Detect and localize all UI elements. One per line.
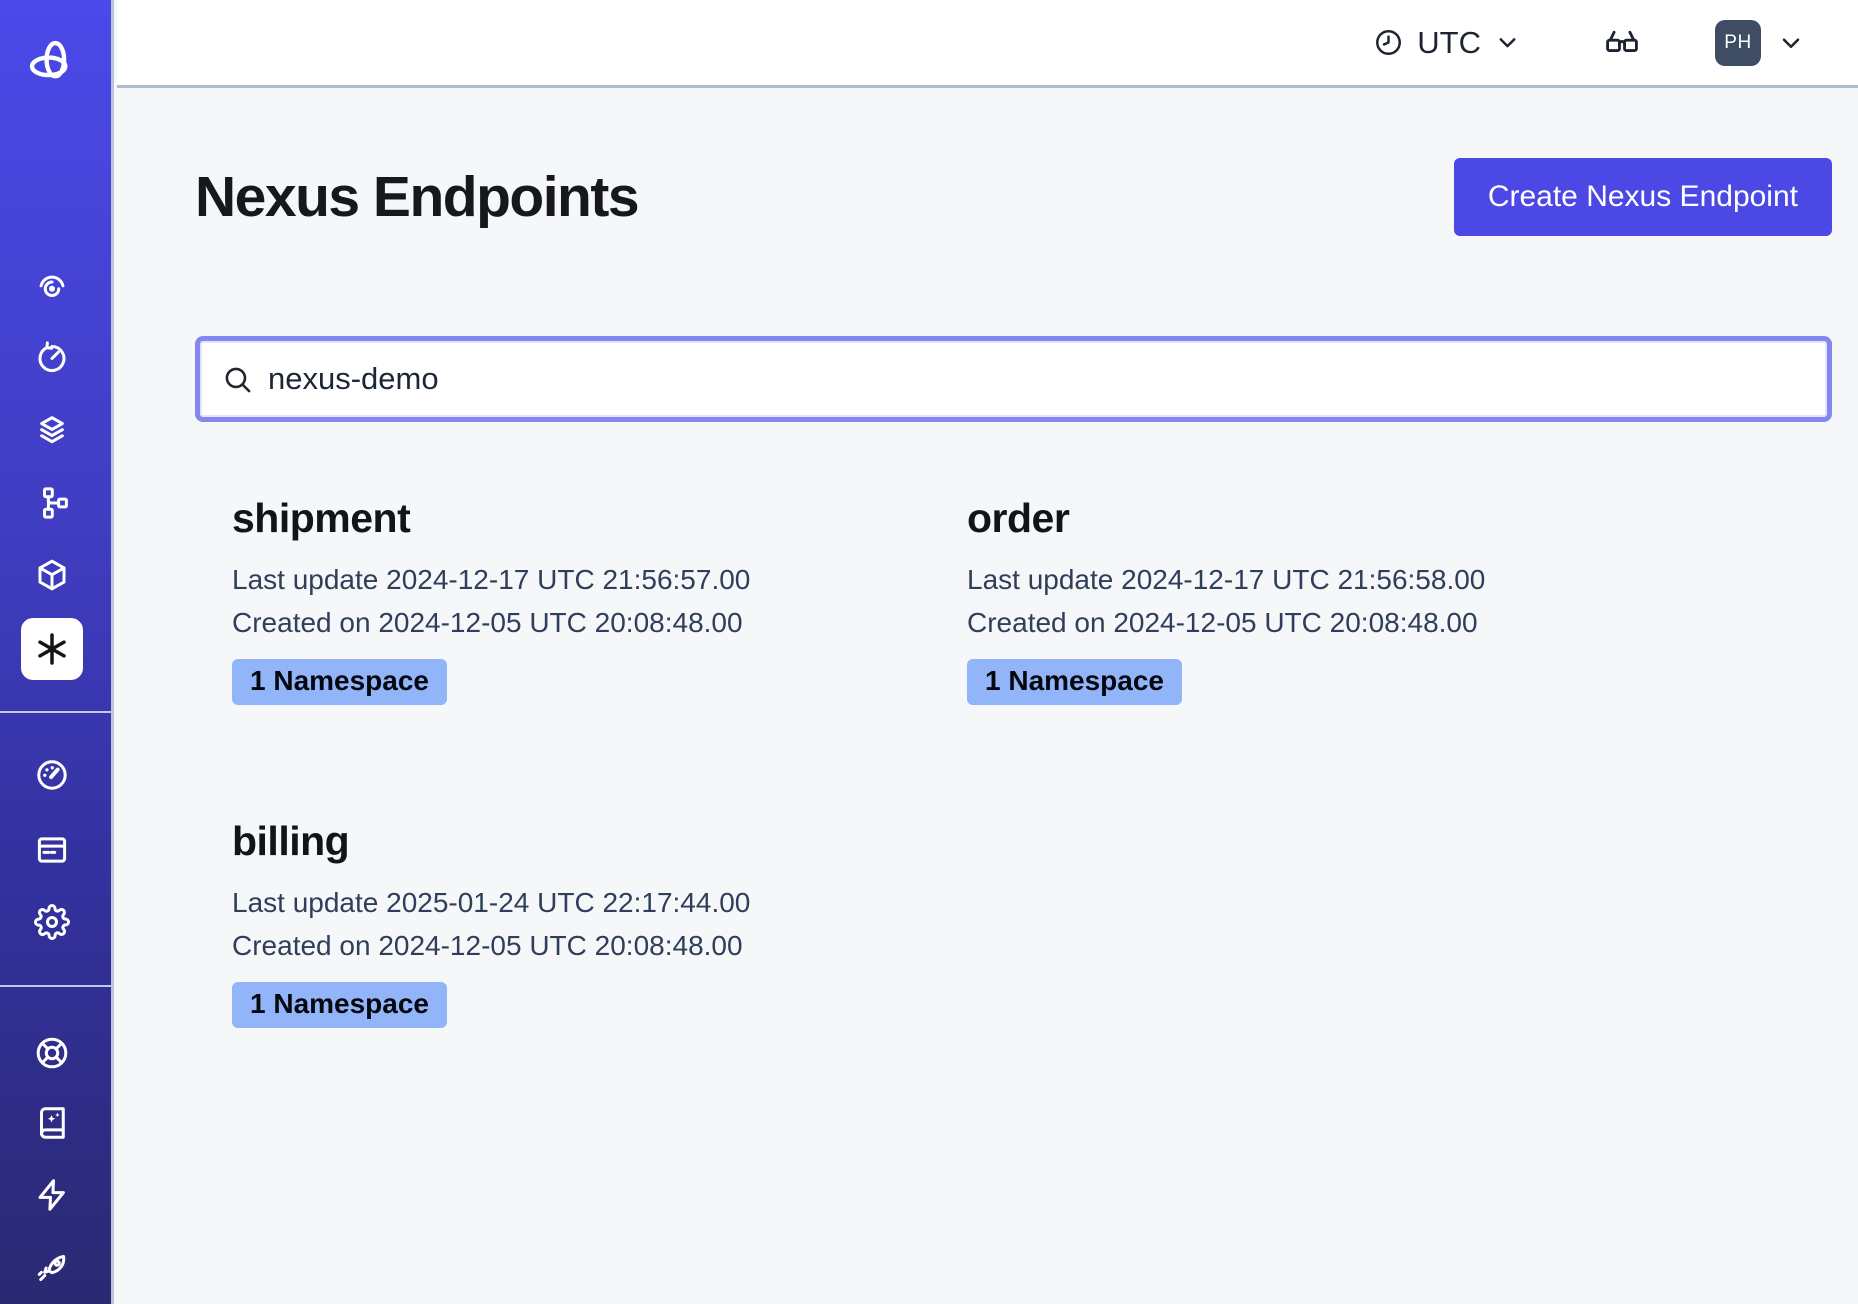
book-sparkles-icon: [34, 1105, 70, 1141]
endpoint-dates: Last update 2024-12-17 UTC 21:56:57.00 C…: [232, 558, 930, 644]
asterisk-icon: [32, 629, 72, 669]
layers-icon: [34, 412, 70, 448]
endpoint-name[interactable]: billing: [232, 818, 930, 865]
sidebar-item-gear[interactable]: [24, 894, 80, 950]
namespace-badge: 1 Namespace: [232, 982, 447, 1028]
glasses-icon: [1603, 24, 1641, 62]
spiral-icon: [34, 269, 70, 305]
endpoint-dates: Last update 2024-12-17 UTC 21:56:58.00 C…: [967, 558, 1832, 644]
timezone-label: UTC: [1417, 25, 1481, 61]
avatar[interactable]: PH: [1715, 20, 1761, 66]
chevron-down-icon: [1494, 29, 1521, 56]
lightning-icon: [34, 1177, 70, 1213]
namespace-badge: 1 Namespace: [232, 659, 447, 705]
gauge-icon: [34, 757, 70, 793]
sidebar-divider: [0, 985, 111, 987]
sidebar-divider: [0, 711, 111, 713]
glasses-button[interactable]: [1603, 24, 1641, 62]
browser-window-icon: [34, 832, 70, 868]
endpoint-card[interactable]: billing Last update 2025-01-24 UTC 22:17…: [195, 818, 930, 1028]
endpoint-card[interactable]: shipment Last update 2024-12-17 UTC 21:5…: [195, 495, 930, 705]
rocket-icon: [34, 1250, 70, 1286]
search-icon: [222, 364, 253, 395]
sidebar-item-book-sparkles[interactable]: [24, 1095, 80, 1151]
create-nexus-endpoint-button[interactable]: Create Nexus Endpoint: [1454, 158, 1832, 236]
sidebar-item-gauge[interactable]: [24, 747, 80, 803]
sidebar-item-layers[interactable]: [24, 402, 80, 458]
workflow-nodes-icon: [34, 485, 70, 521]
sidebar-item-browser-window[interactable]: [24, 822, 80, 878]
sidebar-item-life-buoy[interactable]: [24, 1025, 80, 1081]
search-input[interactable]: [268, 361, 1805, 397]
endpoint-dates: Last update 2025-01-24 UTC 22:17:44.00 C…: [232, 881, 930, 967]
namespace-badge: 1 Namespace: [967, 659, 1182, 705]
sidebar-item-spiral[interactable]: [24, 259, 80, 315]
endpoint-last-update: Last update 2025-01-24 UTC 22:17:44.00: [232, 881, 930, 924]
endpoint-created-on: Created on 2024-12-05 UTC 20:08:48.00: [232, 924, 930, 967]
cube-icon: [34, 557, 70, 593]
sidebar-item-rocket[interactable]: [24, 1240, 80, 1296]
sidebar-item-cube[interactable]: [24, 547, 80, 603]
search-container: [195, 336, 1832, 422]
sidebar-item-nexus[interactable]: [21, 618, 83, 680]
sidebar: [0, 0, 114, 1304]
temporal-logo-icon[interactable]: [27, 38, 77, 88]
clock-icon: [1373, 27, 1404, 58]
gear-icon: [34, 904, 70, 940]
endpoint-name[interactable]: order: [967, 495, 1832, 542]
endpoint-created-on: Created on 2024-12-05 UTC 20:08:48.00: [232, 601, 930, 644]
endpoint-last-update: Last update 2024-12-17 UTC 21:56:58.00: [967, 558, 1832, 601]
endpoint-last-update: Last update 2024-12-17 UTC 21:56:57.00: [232, 558, 930, 601]
chevron-down-icon: [1777, 29, 1805, 57]
endpoint-created-on: Created on 2024-12-05 UTC 20:08:48.00: [967, 601, 1832, 644]
sidebar-item-lightning[interactable]: [24, 1167, 80, 1223]
sidebar-item-workflow-nodes[interactable]: [24, 475, 80, 531]
endpoint-grid: shipment Last update 2024-12-17 UTC 21:5…: [195, 495, 1832, 1028]
life-buoy-icon: [34, 1035, 70, 1071]
main-content: Nexus Endpoints Create Nexus Endpoint sh…: [117, 91, 1858, 1304]
topbar: UTC PH: [117, 0, 1858, 88]
endpoint-name[interactable]: shipment: [232, 495, 930, 542]
page-title: Nexus Endpoints: [195, 164, 638, 230]
endpoint-card[interactable]: order Last update 2024-12-17 UTC 21:56:5…: [930, 495, 1832, 705]
timezone-selector[interactable]: UTC: [1373, 25, 1521, 61]
timer-icon: [34, 340, 70, 376]
sidebar-item-timer[interactable]: [24, 330, 80, 386]
account-menu[interactable]: PH: [1715, 20, 1805, 66]
